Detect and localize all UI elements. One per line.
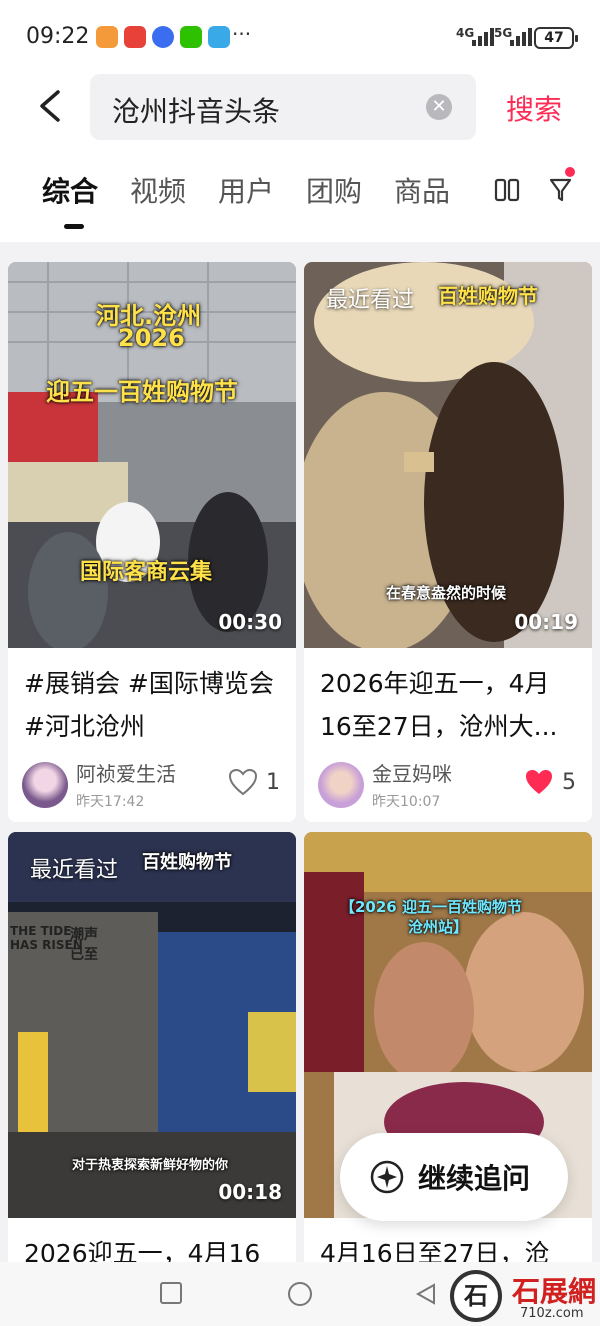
book-app-icon — [208, 26, 230, 48]
filter-notification-dot — [565, 167, 575, 177]
like-count: 1 — [266, 769, 280, 795]
tab-users[interactable]: 用户 — [218, 170, 274, 210]
notification-icons — [96, 26, 230, 48]
author-name[interactable]: 阿祯爱生活 — [76, 758, 176, 787]
like-count: 5 — [562, 769, 576, 795]
like-button[interactable]: 5 — [524, 768, 576, 796]
video-duration: 00:30 — [218, 610, 282, 634]
sign-text: 潮声已至 — [70, 927, 98, 963]
home-button[interactable] — [288, 1282, 312, 1306]
video-title[interactable]: #展销会 #国际博览会#河北沧州 — [24, 662, 282, 748]
watermark-text: 石展網 — [512, 1275, 597, 1308]
author-name[interactable]: 金豆妈咪 — [372, 758, 452, 787]
watermark-url: 710z.com — [520, 1306, 584, 1321]
sign-text: THE TIDE — [10, 924, 72, 938]
video-card[interactable]: 河北.沧州 2026 迎五一百姓购物节 国际客商云集 00:30 #展销会 #国… — [8, 262, 296, 822]
video-thumbnail[interactable]: 最近看过 百姓购物节 在春意盎然的时候 00:19 — [304, 262, 592, 648]
followup-label[interactable]: 继续追问 — [418, 1157, 530, 1197]
status-bar: 09:22 ··· 4G 5G 47 — [0, 0, 600, 72]
video-thumbnail[interactable]: 最近看过 百姓购物节 THE TIDE HAS RISEN 潮声已至 对于热衷探… — [8, 832, 296, 1218]
ai-followup-button[interactable]: 继续追问 — [340, 1133, 568, 1221]
video-caption: 对于热衷探索新鲜好物的你 — [72, 1158, 229, 1173]
avatar[interactable] — [22, 761, 68, 808]
recent-apps-button[interactable] — [160, 1282, 182, 1304]
weibo-icon — [124, 26, 146, 48]
site-watermark: 石 石展網 710z.com — [450, 1266, 600, 1324]
video-card[interactable]: 最近看过 百姓购物节 在春意盎然的时候 00:19 2026年迎五一，4月16至… — [304, 262, 592, 822]
battery-icon: 47 — [534, 27, 578, 49]
video-title[interactable]: 2026迎五一，4月16 — [24, 1232, 282, 1262]
post-time: 昨天10:07 — [372, 794, 441, 810]
overlay-year: 2026 — [118, 324, 185, 352]
video-duration: 00:19 — [514, 610, 578, 634]
tab-products[interactable]: 商品 — [394, 170, 450, 210]
overlay-event: 百姓购物节 — [438, 284, 538, 308]
search-header: 沧州抖音头条 ✕ 搜索 — [0, 72, 600, 142]
search-button[interactable]: 搜索 — [506, 88, 562, 128]
overlay-event: 百姓购物节 — [142, 852, 232, 873]
video-caption: 在春意盎然的时候 — [386, 584, 507, 602]
more-notifications-icon: ··· — [232, 22, 252, 46]
ai-sparkle-icon — [370, 1160, 404, 1194]
overlay-event: 迎五一百姓购物节 — [46, 378, 238, 406]
clear-icon[interactable]: ✕ — [426, 94, 452, 120]
signal-bars-icon — [472, 24, 494, 46]
heart-filled-icon[interactable] — [524, 768, 554, 796]
result-tabs: 综合 视频 用户 团购 商品 — [0, 142, 600, 242]
layout-toggle-icon[interactable] — [494, 178, 520, 202]
watermark-seal: 石 — [450, 1270, 502, 1322]
active-tab-indicator — [64, 224, 84, 229]
tab-group-buy[interactable]: 团购 — [306, 170, 362, 210]
overlay-event-line2: 沧州站】 — [408, 918, 469, 936]
video-thumbnail[interactable]: 河北.沧州 2026 迎五一百姓购物节 国际客商云集 00:30 — [8, 262, 296, 648]
wechat-icon — [180, 26, 202, 48]
video-title[interactable]: 4月16日至27日，沧 — [320, 1232, 578, 1262]
heart-outline-icon[interactable] — [228, 768, 258, 796]
avatar[interactable] — [318, 761, 364, 808]
results-feed: 河北.沧州 2026 迎五一百姓购物节 国际客商云集 00:30 #展销会 #国… — [0, 242, 600, 1262]
heart-app-icon — [96, 26, 118, 48]
overlay-event: 【2026 迎五一百姓购物节 — [340, 898, 522, 916]
recently-viewed-tag: 最近看过 — [326, 288, 415, 313]
tab-comprehensive[interactable]: 综合 — [42, 170, 98, 210]
overlay-bottom: 国际客商云集 — [80, 560, 213, 585]
search-query[interactable]: 沧州抖音头条 — [112, 90, 280, 130]
nav-back-icon[interactable] — [414, 1282, 438, 1306]
video-duration: 00:18 — [218, 1180, 282, 1204]
signal-bars-icon — [510, 24, 532, 46]
clock: 09:22 — [26, 24, 90, 49]
author[interactable]: 阿祯爱生活 昨天17:42 — [22, 758, 176, 811]
video-card[interactable]: 最近看过 百姓购物节 THE TIDE HAS RISEN 潮声已至 对于热衷探… — [8, 832, 296, 1262]
post-time: 昨天17:42 — [76, 794, 145, 810]
planet-app-icon — [152, 26, 174, 48]
back-arrow-icon[interactable] — [32, 86, 72, 126]
video-title[interactable]: 2026年迎五一，4月16至27日，沧州大... — [320, 662, 578, 748]
battery-level: 47 — [544, 30, 564, 46]
tab-video[interactable]: 视频 — [130, 170, 186, 210]
recently-viewed-tag: 最近看过 — [30, 858, 119, 883]
filter-icon[interactable] — [548, 176, 576, 204]
search-input[interactable]: 沧州抖音头条 ✕ — [90, 74, 476, 140]
like-button[interactable]: 1 — [228, 768, 280, 796]
author[interactable]: 金豆妈咪 昨天10:07 — [318, 758, 452, 811]
